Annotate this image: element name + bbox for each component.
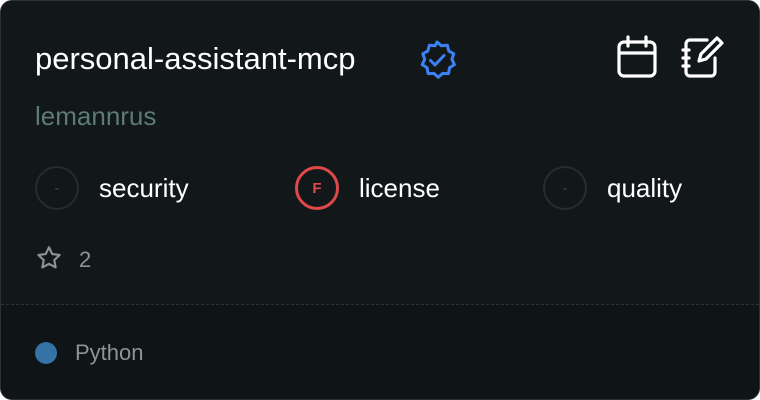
star-icon [35, 244, 63, 277]
security-grade-badge: - [35, 166, 79, 210]
metric-license[interactable]: F license [295, 164, 440, 212]
license-grade-badge: F [295, 166, 339, 210]
author-name[interactable]: lemannrus [35, 99, 156, 133]
metric-label: license [359, 173, 440, 203]
metric-quality[interactable]: - quality [543, 164, 682, 212]
notebook-edit-icon [681, 34, 725, 85]
card-title[interactable]: personal-assistant-mcp [35, 39, 355, 79]
language-tag: Python [35, 338, 144, 368]
metric-security[interactable]: - security [35, 164, 189, 212]
star-count[interactable]: 2 [35, 245, 91, 275]
notebook-edit-button[interactable] [681, 35, 725, 83]
metric-label: security [99, 173, 189, 203]
star-count-value: 2 [79, 247, 92, 272]
language-color-dot [35, 342, 57, 364]
quality-grade-badge: - [543, 166, 587, 210]
metric-label: quality [607, 173, 683, 203]
verified-badge-icon [415, 38, 459, 82]
language-name: Python [75, 340, 144, 365]
server-card[interactable]: personal-assistant-mcp lemannrus - secur… [0, 0, 760, 400]
calendar-button[interactable] [615, 34, 659, 85]
calendar-icon [616, 34, 658, 85]
